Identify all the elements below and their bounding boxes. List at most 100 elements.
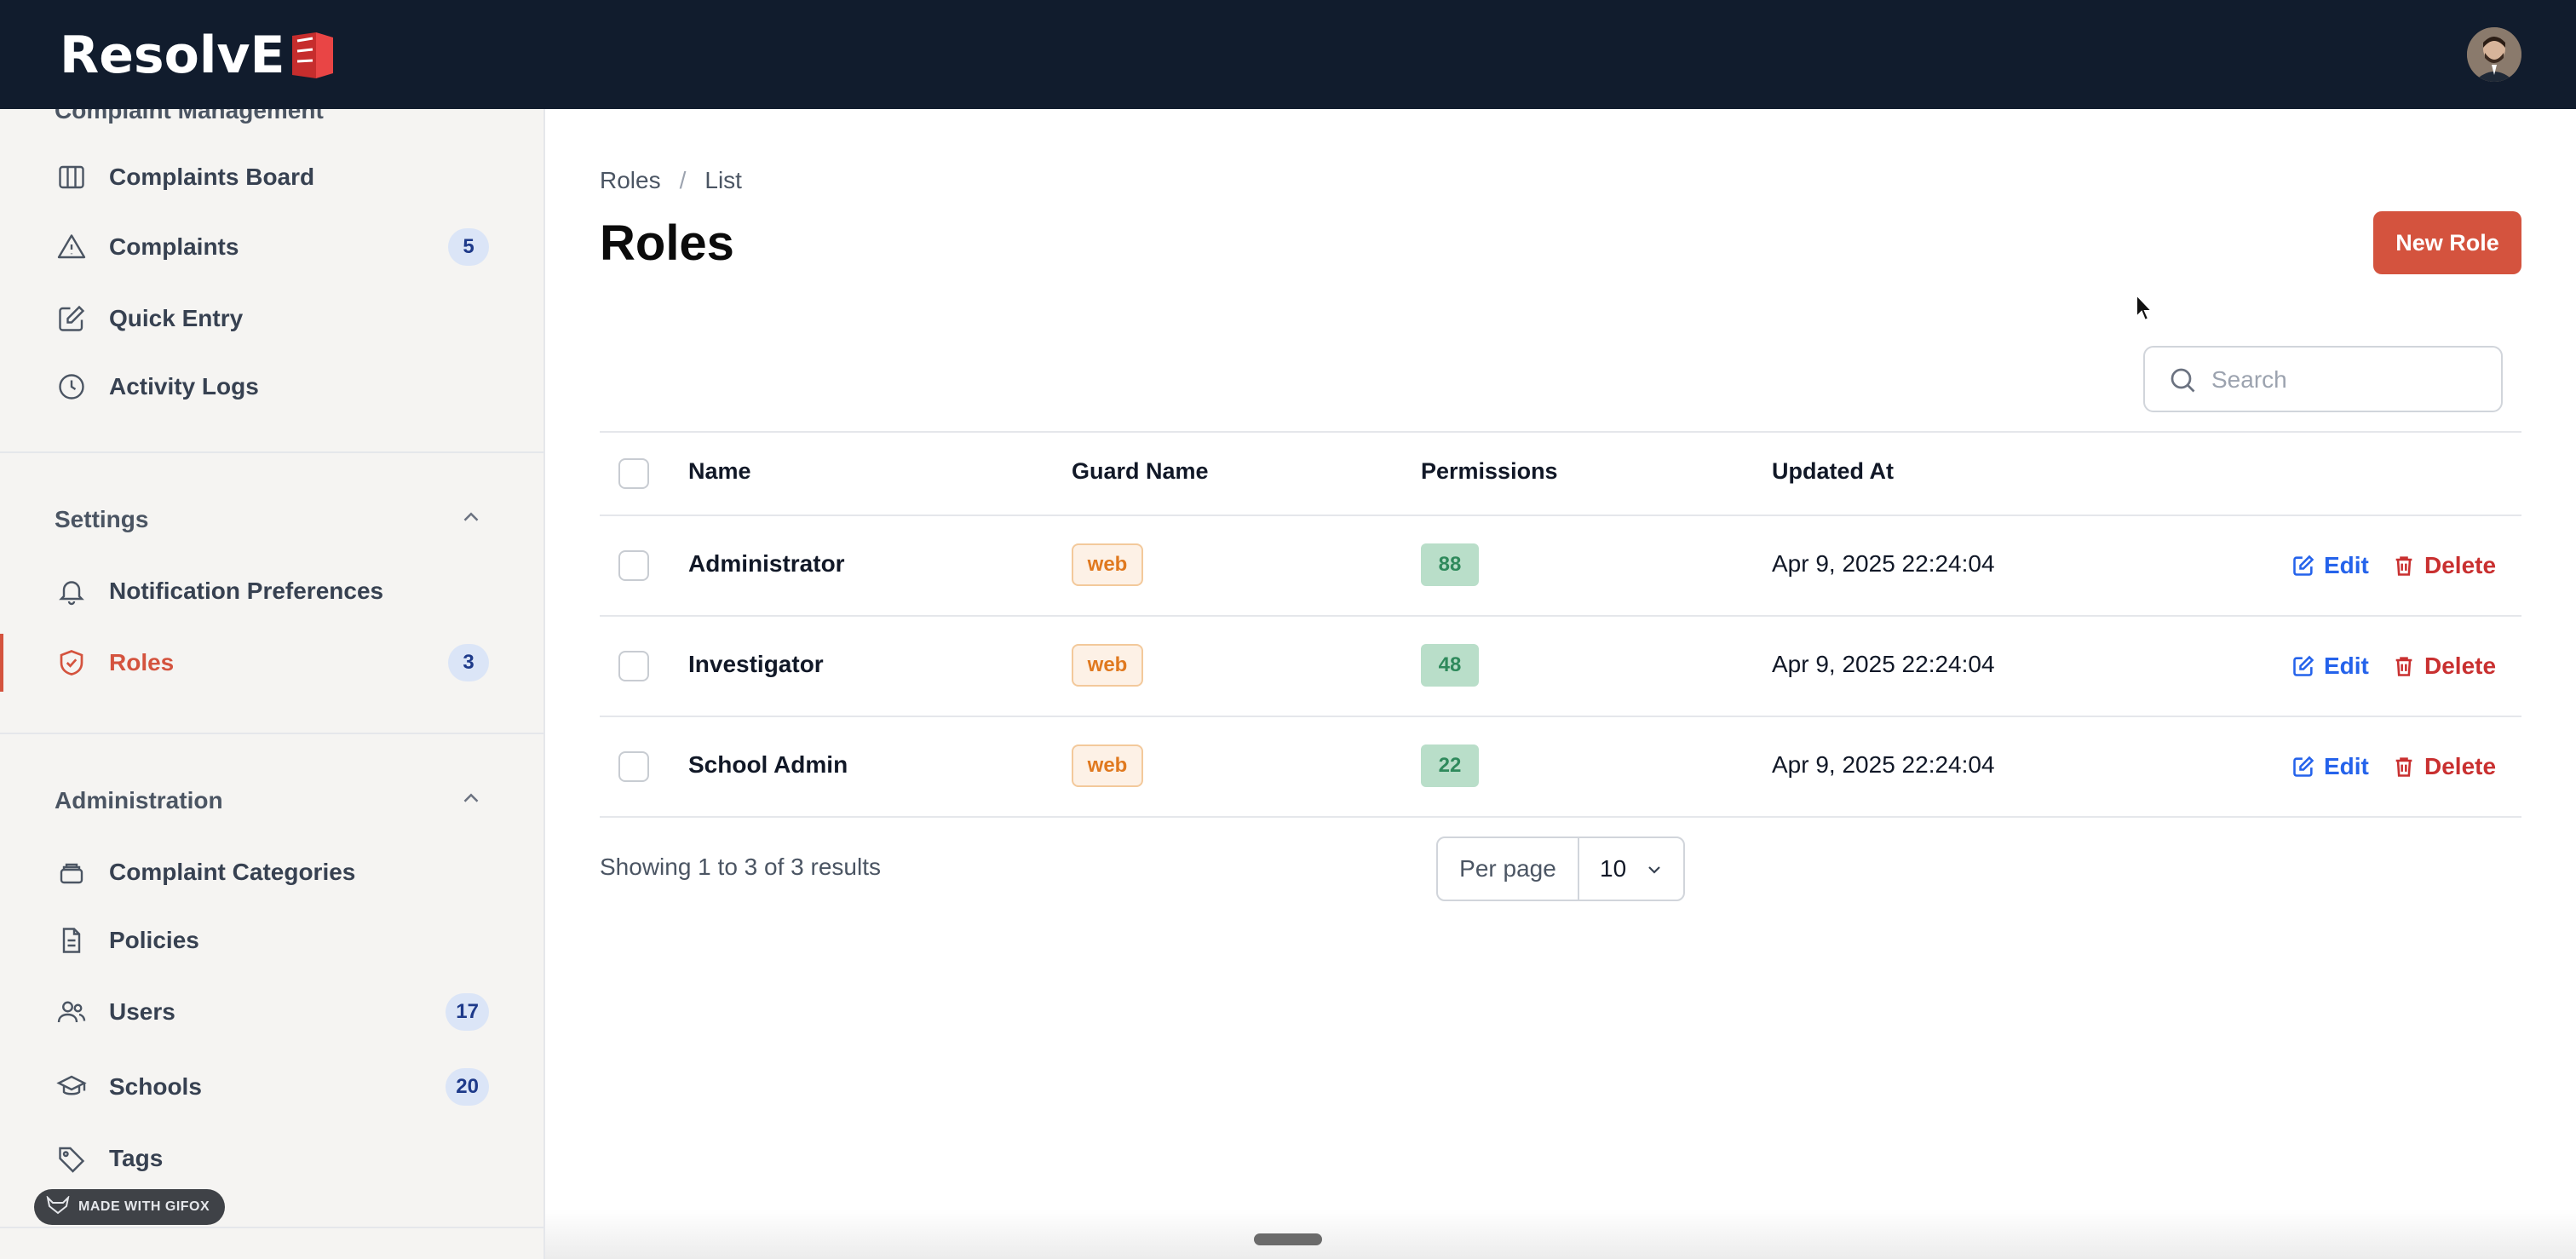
role-name: Investigator bbox=[688, 651, 824, 677]
trash-icon bbox=[2395, 556, 2412, 576]
sidebar-item-complaints-board[interactable]: Complaints Board bbox=[0, 145, 543, 210]
row-divider bbox=[600, 515, 2521, 516]
breadcrumb-separator: / bbox=[679, 167, 687, 193]
results-summary: Showing 1 to 3 of 3 results bbox=[600, 854, 881, 880]
guard-badge: web bbox=[1072, 644, 1143, 687]
gifox-text: MADE WITH GIFOX bbox=[78, 1199, 210, 1214]
sidebar-item-label: Roles bbox=[109, 649, 175, 675]
section-title-settings: Settings bbox=[55, 506, 149, 532]
clock-icon bbox=[55, 370, 89, 404]
sidebar-item-label: Quick Entry bbox=[109, 305, 244, 331]
trash-icon bbox=[2395, 657, 2412, 676]
sidebar-item-complaints[interactable]: Complaints 5 bbox=[0, 215, 543, 279]
row-divider bbox=[600, 716, 2521, 717]
count-badge: 20 bbox=[446, 1068, 489, 1106]
document-icon bbox=[55, 923, 89, 957]
edit-button[interactable]: Edit bbox=[2291, 649, 2369, 683]
sidebar-item-label: Complaints bbox=[109, 233, 239, 260]
bell-icon bbox=[55, 574, 89, 608]
layers-icon bbox=[55, 855, 89, 889]
active-indicator bbox=[0, 634, 3, 692]
shield-check-icon bbox=[55, 646, 89, 680]
count-badge: 17 bbox=[446, 993, 489, 1031]
row-divider bbox=[600, 816, 2521, 818]
sidebar-divider bbox=[0, 733, 543, 734]
sidebar-item-label: Activity Logs bbox=[109, 373, 259, 400]
row-checkbox[interactable] bbox=[618, 651, 649, 681]
section-title-administration: Administration bbox=[55, 787, 223, 813]
home-indicator-handle[interactable] bbox=[1254, 1233, 1322, 1245]
top-bar: ResolvE bbox=[0, 0, 2576, 109]
delete-button[interactable]: Delete bbox=[2392, 549, 2496, 583]
edit-icon bbox=[2293, 756, 2314, 777]
count-badge: 5 bbox=[448, 228, 489, 266]
breadcrumb-list: List bbox=[704, 167, 742, 193]
gifox-fox-icon bbox=[46, 1194, 70, 1219]
per-page-number: 10 bbox=[1600, 855, 1627, 882]
edit-label: Edit bbox=[2324, 753, 2369, 779]
chevron-down-icon bbox=[1644, 859, 1665, 879]
row-checkbox[interactable] bbox=[618, 550, 649, 581]
sidebar-item-quick-entry[interactable]: Quick Entry bbox=[0, 286, 543, 351]
board-columns-icon bbox=[55, 160, 89, 194]
table-border bbox=[600, 431, 2521, 433]
select-all-checkbox[interactable] bbox=[618, 458, 649, 489]
sidebar-item-schools[interactable]: Schools 20 bbox=[0, 1055, 543, 1119]
page-title: Roles bbox=[600, 216, 734, 271]
edit-button[interactable]: Edit bbox=[2291, 750, 2369, 784]
sidebar-divider bbox=[0, 1227, 543, 1228]
chevron-up-icon[interactable] bbox=[458, 785, 484, 811]
updated-at: Apr 9, 2025 22:24:04 bbox=[1772, 550, 1995, 577]
column-header-name[interactable]: Name bbox=[688, 458, 751, 485]
column-header-updated-at[interactable]: Updated At bbox=[1772, 458, 1894, 485]
sidebar: Complaint Management Complaints Board Co… bbox=[0, 109, 545, 1259]
breadcrumb-roles[interactable]: Roles bbox=[600, 167, 661, 194]
sidebar-item-tags[interactable]: Tags bbox=[0, 1126, 543, 1191]
sidebar-item-users[interactable]: Users 17 bbox=[0, 980, 543, 1044]
chevron-up-icon[interactable] bbox=[458, 504, 484, 530]
row-checkbox[interactable] bbox=[618, 751, 649, 782]
column-header-guard-name[interactable]: Guard Name bbox=[1072, 458, 1209, 485]
edit-icon bbox=[2293, 655, 2314, 676]
app-logo[interactable]: ResolvE bbox=[60, 20, 342, 90]
edit-button[interactable]: Edit bbox=[2291, 549, 2369, 583]
sidebar-item-complaint-categories[interactable]: Complaint Categories bbox=[0, 840, 543, 905]
per-page-select[interactable]: Per page 10 bbox=[1436, 836, 1685, 901]
sidebar-item-label: Users bbox=[109, 998, 175, 1025]
per-page-value[interactable]: 10 bbox=[1579, 838, 1683, 900]
bottom-fade bbox=[545, 1210, 2576, 1259]
search-field[interactable] bbox=[2143, 346, 2503, 412]
search-input[interactable] bbox=[2211, 359, 2484, 400]
delete-label: Delete bbox=[2424, 652, 2497, 679]
section-title-complaint-management: Complaint Management bbox=[55, 109, 324, 124]
guard-badge: web bbox=[1072, 744, 1143, 787]
logo-book-icon bbox=[287, 29, 342, 82]
mouse-cursor-icon bbox=[2135, 292, 2155, 324]
delete-button[interactable]: Delete bbox=[2392, 750, 2496, 784]
column-header-permissions[interactable]: Permissions bbox=[1421, 458, 1558, 485]
updated-at: Apr 9, 2025 22:24:04 bbox=[1772, 751, 1995, 778]
delete-button[interactable]: Delete bbox=[2392, 649, 2496, 683]
gifox-watermark: MADE WITH GIFOX bbox=[34, 1189, 226, 1225]
permissions-count-badge: 48 bbox=[1421, 644, 1479, 687]
sidebar-item-label: Schools bbox=[109, 1073, 202, 1100]
sidebar-item-label: Notification Preferences bbox=[109, 578, 384, 604]
trash-icon bbox=[2395, 757, 2412, 777]
new-role-button[interactable]: New Role bbox=[2373, 211, 2521, 274]
sidebar-item-roles[interactable]: Roles 3 bbox=[0, 630, 543, 695]
sidebar-item-notification-preferences[interactable]: Notification Preferences bbox=[0, 559, 543, 624]
edit-label: Edit bbox=[2324, 652, 2369, 679]
permissions-count-badge: 88 bbox=[1421, 543, 1479, 586]
sidebar-item-policies[interactable]: Policies bbox=[0, 908, 543, 973]
pencil-square-icon bbox=[55, 302, 89, 336]
sidebar-item-label: Policies bbox=[109, 927, 199, 953]
user-avatar[interactable] bbox=[2467, 27, 2521, 82]
count-badge: 3 bbox=[448, 644, 489, 681]
graduation-cap-icon bbox=[55, 1070, 89, 1104]
delete-label: Delete bbox=[2424, 753, 2497, 779]
sidebar-item-activity-logs[interactable]: Activity Logs bbox=[0, 354, 543, 419]
logo-text: ResolvE bbox=[60, 26, 285, 85]
sidebar-item-label: Tags bbox=[109, 1145, 164, 1171]
edit-icon bbox=[2293, 555, 2314, 576]
row-divider bbox=[600, 615, 2521, 617]
